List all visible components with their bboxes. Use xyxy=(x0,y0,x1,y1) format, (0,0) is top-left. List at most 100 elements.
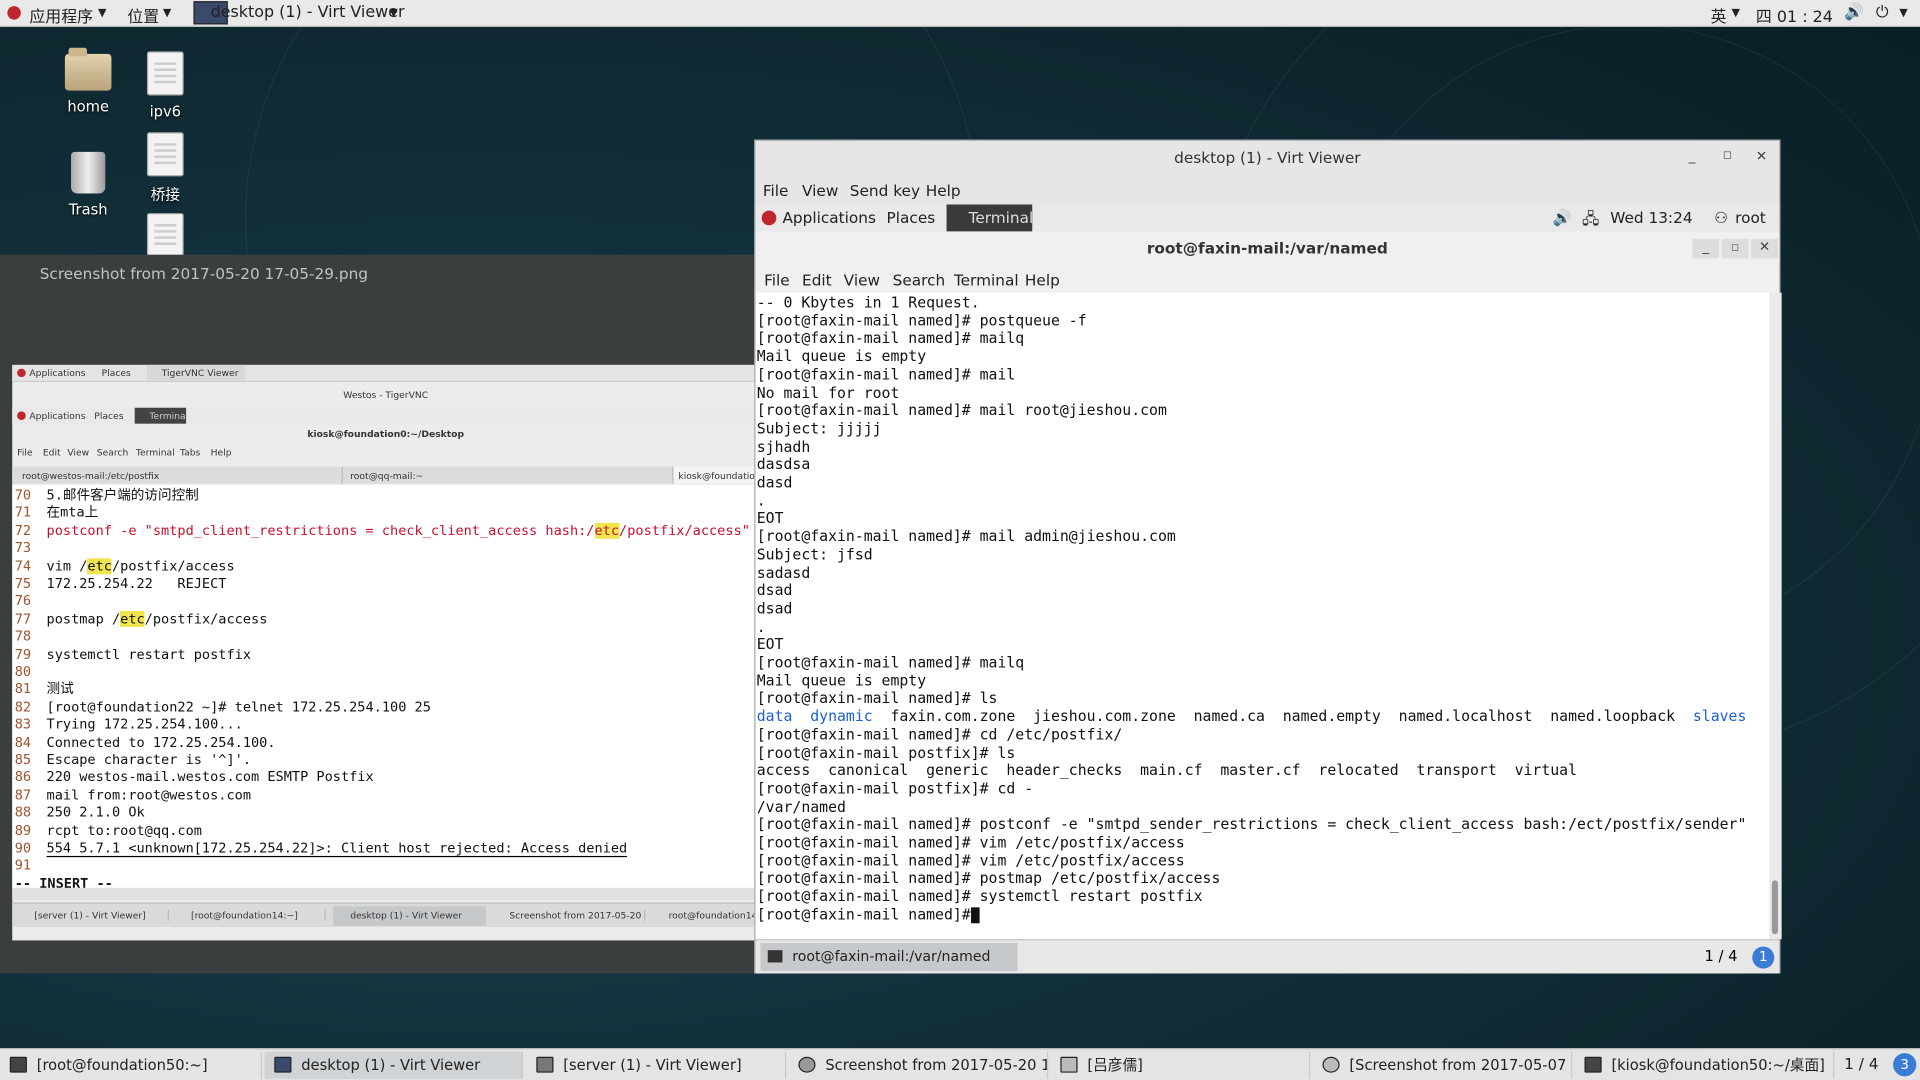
inner-terminal-line: 88 250 2.1.0 Ok xyxy=(15,805,145,822)
term-menu-file[interactable]: File xyxy=(764,271,790,289)
volume-icon[interactable]: 🔊 xyxy=(1844,4,1864,22)
places-menu[interactable]: 位置 xyxy=(127,4,159,27)
close-button[interactable]: ✕ xyxy=(1751,238,1778,259)
close-button[interactable]: ✕ xyxy=(1756,148,1767,164)
line-text: 172.25.254.22 REJECT xyxy=(46,575,227,592)
guest-clock[interactable]: Wed 13:24 xyxy=(1610,208,1692,226)
terminal-line: [root@faxin-mail named]# mailq xyxy=(756,653,1025,672)
terminal-line: dasd xyxy=(756,473,793,492)
inner-terminal-line: 76 xyxy=(15,593,47,610)
screenshot-image: Applications Places TigerVNC Viewer West… xyxy=(12,364,760,941)
line-number: 73 xyxy=(14,540,32,557)
guest-applications[interactable]: Applications xyxy=(782,208,876,226)
input-method[interactable]: 英 xyxy=(1711,4,1727,27)
active-app-title[interactable]: desktop (1) - Virt Viewer xyxy=(211,4,405,22)
menu-view[interactable]: View xyxy=(802,181,838,199)
desktop-icon-bridge[interactable]: 桥接 xyxy=(122,132,208,204)
term-menu-search[interactable]: Search xyxy=(893,271,946,289)
term-menu-help[interactable]: Help xyxy=(1025,271,1060,289)
clock[interactable]: 四 01 : 24 xyxy=(1756,4,1833,27)
terminal-icon xyxy=(767,950,783,963)
term-menu-edit[interactable]: Edit xyxy=(802,271,832,289)
terminal-line: dsad xyxy=(756,581,793,600)
terminal-line: sjhadh xyxy=(756,437,811,456)
inner-places-2: Places xyxy=(94,410,124,422)
terminal-line: [root@faxin-mail named]# xyxy=(756,905,980,924)
menu-file[interactable]: File xyxy=(763,181,789,199)
menu-help[interactable]: Help xyxy=(926,181,961,199)
term-menu-view[interactable]: View xyxy=(844,271,880,289)
terminal-line: -- 0 Kbytes in 1 Request. xyxy=(756,293,980,312)
redhat-icon xyxy=(761,210,777,226)
line-text: vim /etc/postfix/access xyxy=(46,557,235,574)
desktop-icon-ipv6[interactable]: ipv6 xyxy=(122,51,208,120)
line-text: mail from:root@westos.com xyxy=(46,787,252,804)
window-icon xyxy=(1060,1056,1078,1073)
terminal-line: access canonical generic header_checks m… xyxy=(756,761,1577,780)
workspace-pager[interactable]: 1 / 4 xyxy=(1844,1054,1878,1072)
desktop-icon-home[interactable]: home xyxy=(45,47,131,115)
chevron-down-icon: ▼ xyxy=(162,7,172,20)
task-item[interactable]: [kiosk@foundation50:~/桌面] xyxy=(1575,1051,1835,1079)
terminal-line: [root@faxin-mail postfix]# ls xyxy=(756,743,1016,762)
maximize-button[interactable]: ◻ xyxy=(1721,238,1749,259)
task-item[interactable]: [root@foundation50:~] xyxy=(0,1051,263,1079)
inner-terminal-line: 78 xyxy=(15,628,47,645)
task-item[interactable]: [server (1) - Virt Viewer] xyxy=(527,1051,787,1079)
inner-terminal: 70 5.邮件客户端的访问控制 71 在mta上 72 postconf -e "smtp… xyxy=(12,484,755,889)
scrollbar[interactable] xyxy=(1769,292,1782,940)
inner-terminal-line: 85 Escape character is '^]'. xyxy=(15,752,251,769)
terminal-line: [root@faxin-mail named]# mail admin@jies… xyxy=(756,527,1176,546)
workspace-pager[interactable]: 1 / 4 xyxy=(1705,948,1738,965)
terminal-line: EOT xyxy=(756,635,784,654)
inner-terminal-tab: Terminal xyxy=(134,407,187,424)
minimize-button[interactable]: _ xyxy=(1689,148,1696,164)
line-text: 220 westos-mail.westos.com ESMTP Postfix xyxy=(46,769,374,786)
minimize-button[interactable]: _ xyxy=(1692,238,1720,259)
line-number: 77 xyxy=(14,610,32,627)
menu-send-key[interactable]: Send key xyxy=(850,181,920,199)
guest-terminal-window: root@faxin-mail:/var/named _ ◻ ✕ File Ed… xyxy=(755,231,1782,940)
maximize-button[interactable]: ◻ xyxy=(1723,149,1732,161)
line-number: 86 xyxy=(14,769,32,786)
inner-terminal-line: 87 mail from:root@westos.com xyxy=(15,787,251,804)
task-item-active[interactable]: desktop (1) - Virt Viewer xyxy=(264,1051,523,1079)
inner-applications-2: Applications xyxy=(29,410,86,422)
terminal-line: [root@faxin-mail named]# mailq xyxy=(756,329,1025,348)
bottom-taskbar: [root@foundation50:~] desktop (1) - Virt… xyxy=(0,1048,1920,1080)
guest-task-terminal[interactable]: root@faxin-mail:/var/named xyxy=(760,942,1018,972)
line-number: 88 xyxy=(14,804,32,821)
document-icon xyxy=(146,213,184,258)
line-number: 71 xyxy=(14,504,32,521)
notification-badge[interactable]: 1 xyxy=(1752,946,1775,969)
notification-badge[interactable]: 3 xyxy=(1893,1053,1917,1077)
terminal-title: root@faxin-mail:/var/named xyxy=(1146,238,1388,258)
guest-places[interactable]: Places xyxy=(887,208,936,226)
line-number: 80 xyxy=(14,663,32,680)
inner-terminal-line: 77 postmap /etc/postfix/access xyxy=(14,610,267,628)
terminal-line: Mail queue is empty xyxy=(756,671,927,690)
guest-user[interactable]: root xyxy=(1735,208,1766,226)
trash-icon xyxy=(71,151,106,194)
terminal-line: Subject: jfsd xyxy=(756,545,873,564)
task-item[interactable]: [吕彦儒] xyxy=(1051,1051,1311,1079)
desktop-icon-trash[interactable]: Trash xyxy=(45,151,131,218)
terminal-line: [root@faxin-mail named]# mail root@jiesh… xyxy=(756,401,1167,420)
line-number: 75 xyxy=(14,575,32,592)
task-item[interactable]: [Screenshot from 2017-05-07 … xyxy=(1313,1051,1573,1079)
term-menu-terminal[interactable]: Terminal xyxy=(954,271,1019,289)
network-icon[interactable]: 🖧 xyxy=(1582,208,1599,234)
volume-icon[interactable]: 🔊 xyxy=(1553,208,1572,228)
line-number: 85 xyxy=(14,751,32,768)
terminal-menu: File Edit View Search Terminal Help xyxy=(756,266,1780,293)
terminal-output[interactable]: -- 0 Kbytes in 1 Request. [root@faxin-mai… xyxy=(755,292,1770,940)
applications-menu[interactable]: 应用程序 xyxy=(29,4,93,27)
line-number: 79 xyxy=(14,646,32,662)
guest-terminal-button[interactable]: Terminal xyxy=(946,204,1033,232)
task-item[interactable]: Screenshot from 2017-05-20 1… xyxy=(789,1051,1049,1079)
inner-terminal-line: 73 xyxy=(15,540,47,557)
top-panel: 应用程序 ▼ 位置 ▼ desktop (1) - Virt Viewer ▼ … xyxy=(0,0,1920,27)
power-icon[interactable]: ⏻ xyxy=(1876,4,1889,22)
terminal-icon xyxy=(1584,1056,1602,1073)
inner-terminal-line: 82 [root@foundation22 ~]# telnet 172.25.2… xyxy=(15,699,431,716)
